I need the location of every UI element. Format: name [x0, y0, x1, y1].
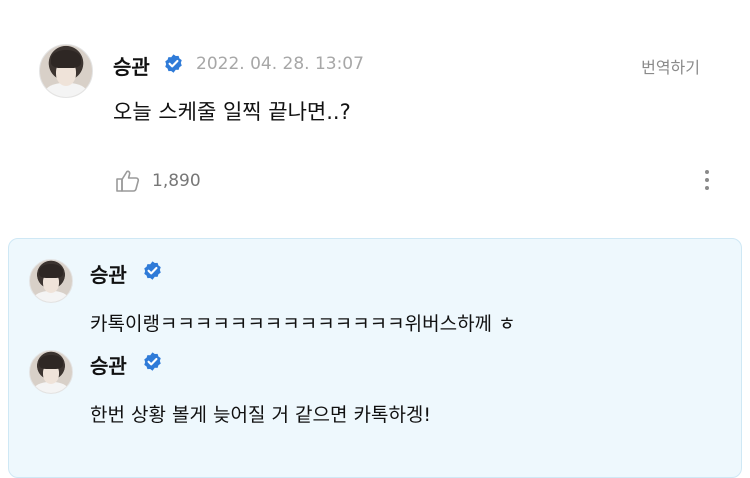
thumbs-up-icon[interactable] — [115, 169, 141, 193]
replies-section: 승관 카톡이랭ㅋㅋㅋㅋㅋㅋㅋㅋㅋㅋㅋㅋㅋㅋ위버스하께 ㅎ 승관 한번 상황 볼게… — [8, 238, 742, 478]
post-text: 오늘 스케줄 일찍 끝나면..? — [113, 100, 351, 124]
reply-item: 승관 카톡이랭ㅋㅋㅋㅋㅋㅋㅋㅋㅋㅋㅋㅋㅋㅋ위버스하께 ㅎ — [9, 239, 741, 335]
like-count: 1,890 — [152, 171, 201, 191]
reply-item: 승관 한번 상황 볼게 늦어질 거 같으면 카톡하겡! — [9, 330, 741, 426]
verified-badge-icon — [144, 352, 161, 371]
more-vertical-icon[interactable] — [697, 168, 717, 196]
author-name[interactable]: 승관 — [113, 51, 150, 80]
verified-badge-icon — [144, 261, 161, 280]
post-card: 승관 2022. 04. 28. 13:07 번역하기 오늘 스케줄 일찍 끝나… — [0, 0, 750, 224]
verified-badge-icon — [165, 54, 182, 73]
reply-author-name[interactable]: 승관 — [90, 350, 127, 379]
reply-avatar[interactable] — [29, 350, 73, 394]
author-avatar[interactable] — [39, 44, 93, 98]
translate-button[interactable]: 번역하기 — [641, 54, 700, 78]
reply-author-name[interactable]: 승관 — [90, 259, 127, 288]
reply-text: 한번 상황 볼게 늦어질 거 같으면 카톡하겡! — [90, 404, 432, 426]
reply-avatar[interactable] — [29, 259, 73, 303]
post-timestamp: 2022. 04. 28. 13:07 — [196, 54, 364, 74]
